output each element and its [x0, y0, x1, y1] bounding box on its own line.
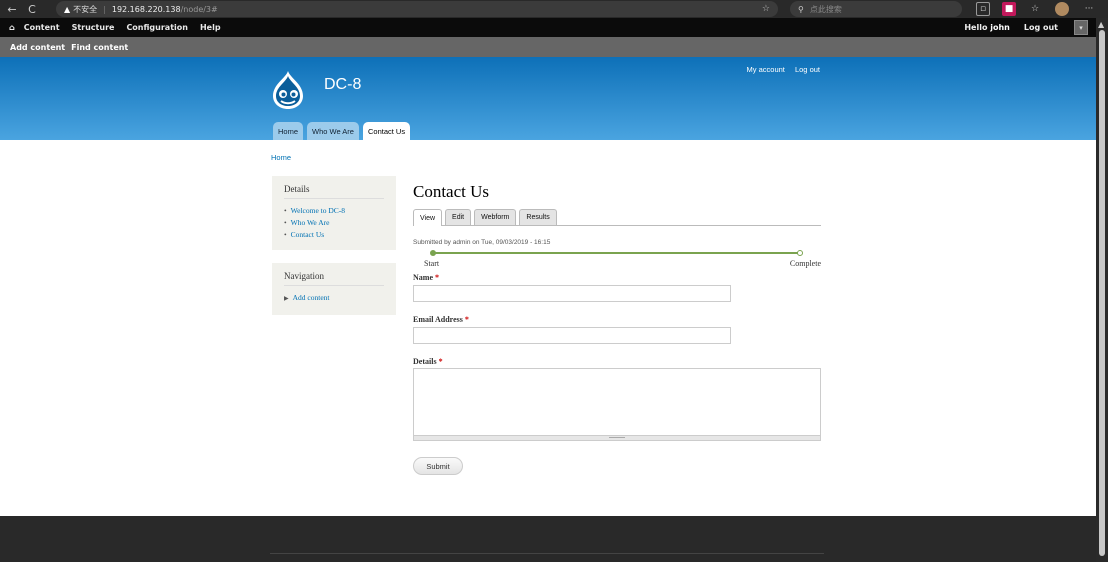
- scrollbar-thumb[interactable]: [1099, 30, 1105, 556]
- details-label-text: Details: [413, 357, 437, 366]
- admin-toolbar: ⌂ Content Structure Configuration Help H…: [0, 18, 1096, 37]
- address-separator: |: [103, 4, 106, 14]
- required-mark: *: [435, 273, 439, 282]
- name-label: Name *: [413, 273, 439, 282]
- tab-view[interactable]: View: [413, 209, 443, 226]
- details-block: Details • Welcome to DC-8 • Who We Are • Co…: [272, 176, 396, 250]
- shortcuts-toggle-icon[interactable]: ▾: [1074, 20, 1088, 35]
- progress-end-label: Complete: [789, 259, 821, 268]
- details-block-title: Details: [284, 184, 384, 199]
- submitted-info: Submitted by admin on Tue, 09/03/2019 - …: [413, 239, 551, 246]
- tab-results[interactable]: Results: [519, 209, 557, 225]
- toolbar-configuration[interactable]: Configuration: [126, 23, 188, 32]
- site-footer: [0, 516, 1096, 562]
- app-extension-icon[interactable]: ■: [1002, 2, 1016, 16]
- main-tab-who-we-are[interactable]: Who We Are: [307, 122, 359, 140]
- tab-webform[interactable]: Webform: [474, 209, 517, 225]
- toolbar-logout-link[interactable]: Log out: [1024, 23, 1058, 32]
- details-link[interactable]: Welcome to DC-8: [291, 206, 345, 215]
- address-bar[interactable]: ▲ 不安全 | 192.168.220.138 /node/3# ☆: [56, 1, 778, 17]
- local-tabs: View Edit Webform Results: [413, 209, 821, 226]
- details-textarea[interactable]: [413, 368, 821, 436]
- list-item[interactable]: ▶ Add content: [284, 292, 384, 305]
- email-field[interactable]: [413, 327, 731, 344]
- site-name[interactable]: DC-8: [324, 76, 361, 94]
- main-content: Contact Us View Edit Webform Results Sub…: [413, 182, 821, 475]
- textarea-resize-handle[interactable]: [413, 436, 821, 441]
- back-button[interactable]: ←: [4, 1, 20, 17]
- navigation-link[interactable]: Add content: [293, 293, 330, 302]
- my-account-link[interactable]: My account: [747, 65, 785, 74]
- name-label-text: Name: [413, 273, 433, 282]
- search-placeholder: 点此搜索: [809, 4, 842, 14]
- warning-icon: ▲: [64, 4, 71, 14]
- username-link[interactable]: john: [990, 23, 1010, 32]
- toolbar-content[interactable]: Content: [24, 23, 60, 32]
- required-mark: *: [464, 315, 469, 324]
- progress-bar: [433, 252, 801, 254]
- bullet-icon: •: [284, 218, 287, 227]
- greeting-prefix: Hello: [964, 23, 991, 32]
- email-label: Email Address *: [413, 315, 469, 324]
- reload-button[interactable]: C: [24, 1, 40, 17]
- progress-start-label: Start: [424, 259, 440, 268]
- details-link[interactable]: Who We Are: [291, 218, 330, 227]
- progress-start-marker: [430, 250, 436, 256]
- home-icon[interactable]: ⌂: [9, 23, 15, 32]
- more-menu-icon[interactable]: ···: [1082, 2, 1096, 16]
- breadcrumb[interactable]: Home: [271, 153, 291, 162]
- drupal-logo-icon[interactable]: [270, 70, 306, 110]
- tab-edit[interactable]: Edit: [445, 209, 472, 225]
- required-mark: *: [438, 357, 443, 366]
- shortcuts-bar: Add content Find content: [0, 37, 1096, 57]
- navigation-block-title: Navigation: [284, 271, 384, 286]
- browser-search-bar[interactable]: ⚲ 点此搜索: [790, 1, 962, 17]
- logout-link[interactable]: Log out: [795, 65, 820, 74]
- favorites-icon[interactable]: ☆: [1028, 2, 1042, 16]
- toolbar-help[interactable]: Help: [200, 23, 221, 32]
- main-tab-home[interactable]: Home: [273, 122, 304, 140]
- toolbar-structure[interactable]: Structure: [72, 23, 115, 32]
- scroll-up-icon[interactable]: ▲: [1098, 20, 1104, 29]
- email-label-text: Email Address: [413, 315, 463, 324]
- list-item[interactable]: • Who We Are: [284, 217, 384, 229]
- details-link[interactable]: Contact Us: [291, 230, 325, 239]
- search-icon: ⚲: [798, 4, 804, 14]
- footer-divider: [270, 553, 824, 554]
- screenshot-extension-icon[interactable]: ▫: [976, 2, 990, 16]
- name-field[interactable]: [413, 285, 731, 302]
- list-item[interactable]: • Welcome to DC-8: [284, 205, 384, 217]
- shortcut-find-content[interactable]: Find content: [71, 43, 128, 52]
- greeting: Hello john: [964, 23, 1024, 32]
- collapsed-arrow-icon: ▶: [284, 296, 289, 302]
- progress-end-marker: [797, 250, 803, 256]
- submit-button[interactable]: Submit: [413, 457, 463, 475]
- page-title: Contact Us: [413, 182, 490, 201]
- main-menu: Home Who We Are Contact Us: [273, 122, 414, 140]
- url-host: 192.168.220.138: [111, 4, 181, 14]
- details-label: Details *: [413, 357, 443, 366]
- bullet-icon: •: [284, 230, 287, 239]
- bullet-icon: •: [284, 206, 287, 215]
- profile-avatar[interactable]: [1055, 2, 1069, 16]
- bookmark-star-icon[interactable]: ☆: [762, 4, 770, 14]
- page-scrollbar[interactable]: ▲: [1096, 18, 1108, 562]
- site-header: DC-8 My account Log out Home Who We Are …: [0, 57, 1096, 140]
- url-path: /node/3#: [180, 4, 218, 14]
- navigation-block: Navigation ▶ Add content: [272, 263, 396, 315]
- security-warning: 不安全: [73, 4, 98, 14]
- secondary-menu: My account Log out: [739, 65, 820, 74]
- main-tab-contact-us[interactable]: Contact Us: [362, 122, 411, 140]
- shortcut-add-content[interactable]: Add content: [10, 43, 65, 52]
- browser-chrome: ← C ▲ 不安全 | 192.168.220.138 /node/3# ☆ ⚲…: [0, 0, 1108, 18]
- list-item[interactable]: • Contact Us: [284, 229, 384, 241]
